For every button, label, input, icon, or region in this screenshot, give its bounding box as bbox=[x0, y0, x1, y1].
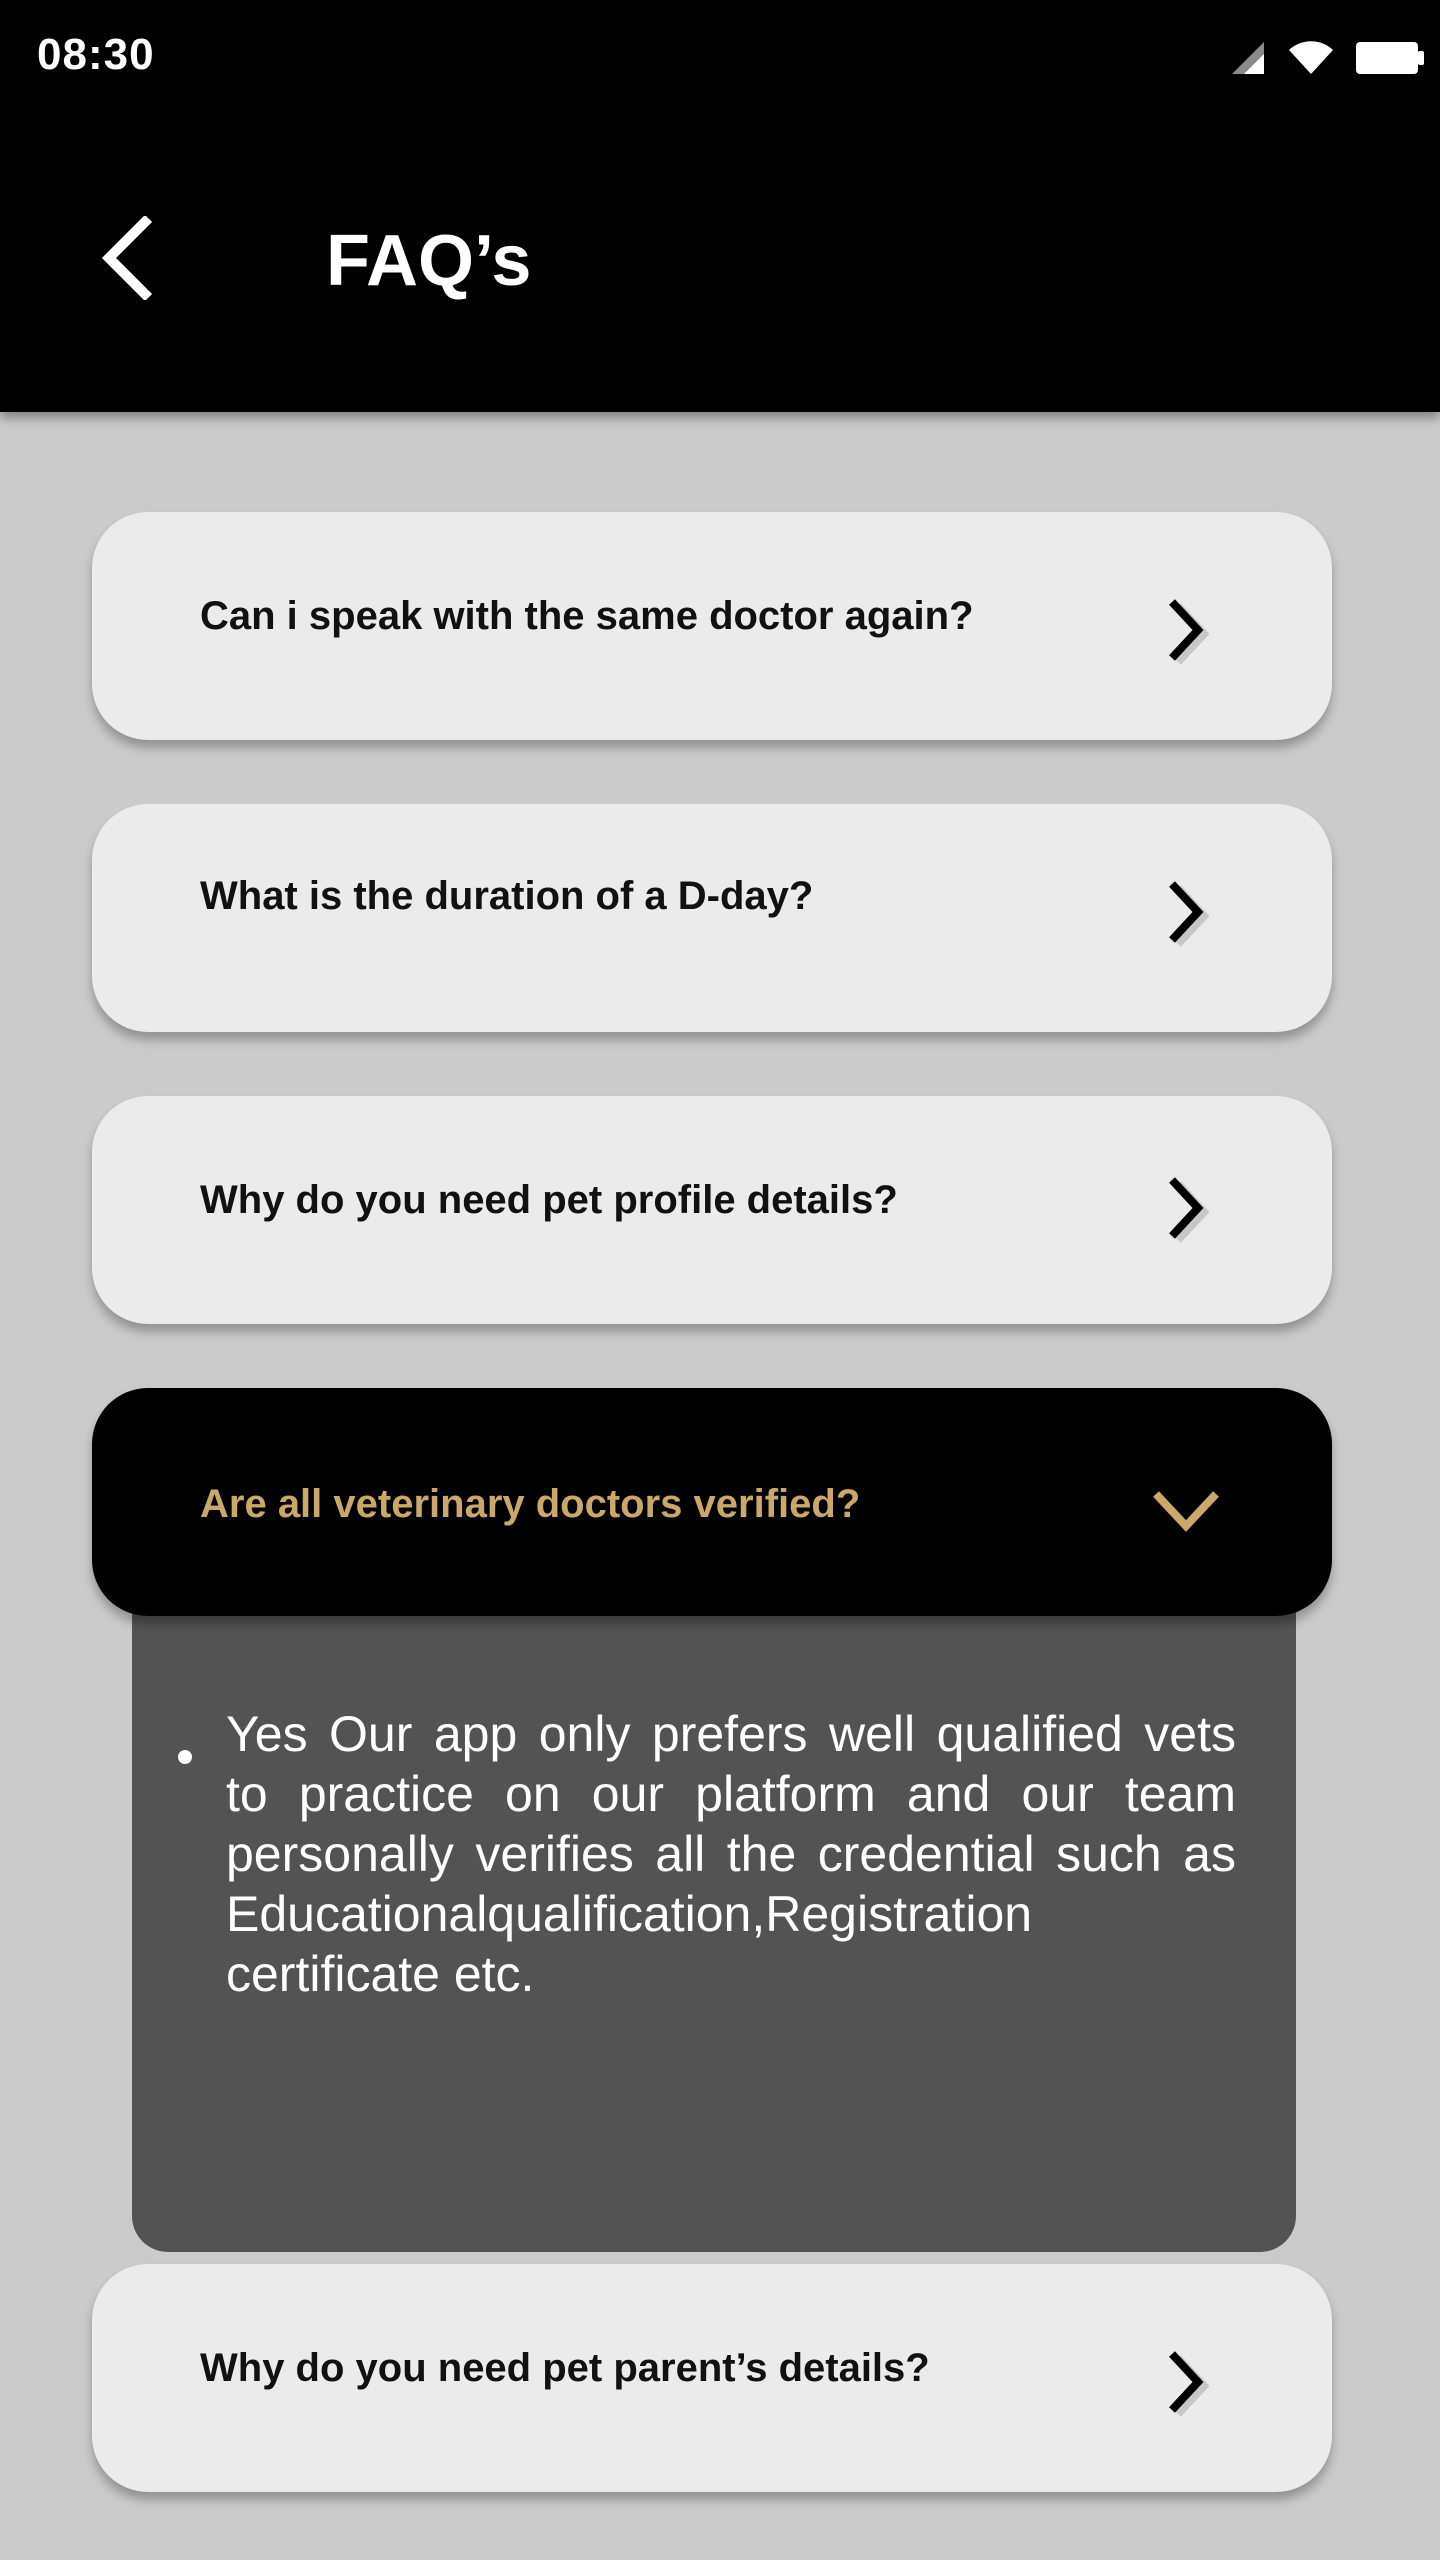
faq-question: What is the duration of a D-day? bbox=[200, 874, 814, 918]
signal-icon bbox=[1232, 42, 1264, 74]
faq-answer-text: Yes Our app only prefers well qualified … bbox=[226, 1706, 1236, 2002]
back-button[interactable] bbox=[80, 206, 170, 310]
chevron-right-icon bbox=[1169, 881, 1210, 947]
faq-item-pet-parent[interactable]: Why do you need pet parent’s details? bbox=[92, 2264, 1332, 2492]
faq-item-pet-profile[interactable]: Why do you need pet profile details? bbox=[92, 1096, 1332, 1324]
bullet-icon bbox=[178, 1750, 192, 1764]
chevron-right-icon bbox=[1169, 1177, 1210, 1243]
page-title: FAQ’s bbox=[326, 221, 532, 301]
wifi-icon bbox=[1289, 41, 1333, 74]
status-icons bbox=[1230, 36, 1424, 80]
faq-question: Are all veterinary doctors verified? bbox=[200, 1482, 861, 1526]
chevron-right-icon bbox=[1169, 2351, 1210, 2417]
faq-item-vets-verified[interactable]: Are all veterinary doctors verified? bbox=[92, 1388, 1332, 1616]
chevron-down-icon bbox=[1153, 1491, 1219, 1532]
faq-question: Why do you need pet profile details? bbox=[200, 1178, 898, 1222]
chevron-right-icon bbox=[1169, 599, 1210, 665]
back-arrow-icon bbox=[101, 216, 153, 300]
faq-item-d-day-duration[interactable]: What is the duration of a D-day? bbox=[92, 804, 1332, 1032]
status-time: 08:30 bbox=[37, 30, 155, 79]
faq-question: Why do you need pet parent’s details? bbox=[200, 2346, 930, 2390]
faq-question: Can i speak with the same doctor again? bbox=[200, 594, 974, 638]
faq-item-same-doctor[interactable]: Can i speak with the same doctor again? bbox=[92, 512, 1332, 740]
status-bar: 08:30 bbox=[0, 0, 1440, 112]
app-bar: FAQ’s bbox=[0, 112, 1440, 412]
faq-answer-panel: Yes Our app only prefers well qualified … bbox=[132, 1580, 1296, 2252]
battery-icon bbox=[1356, 42, 1424, 74]
